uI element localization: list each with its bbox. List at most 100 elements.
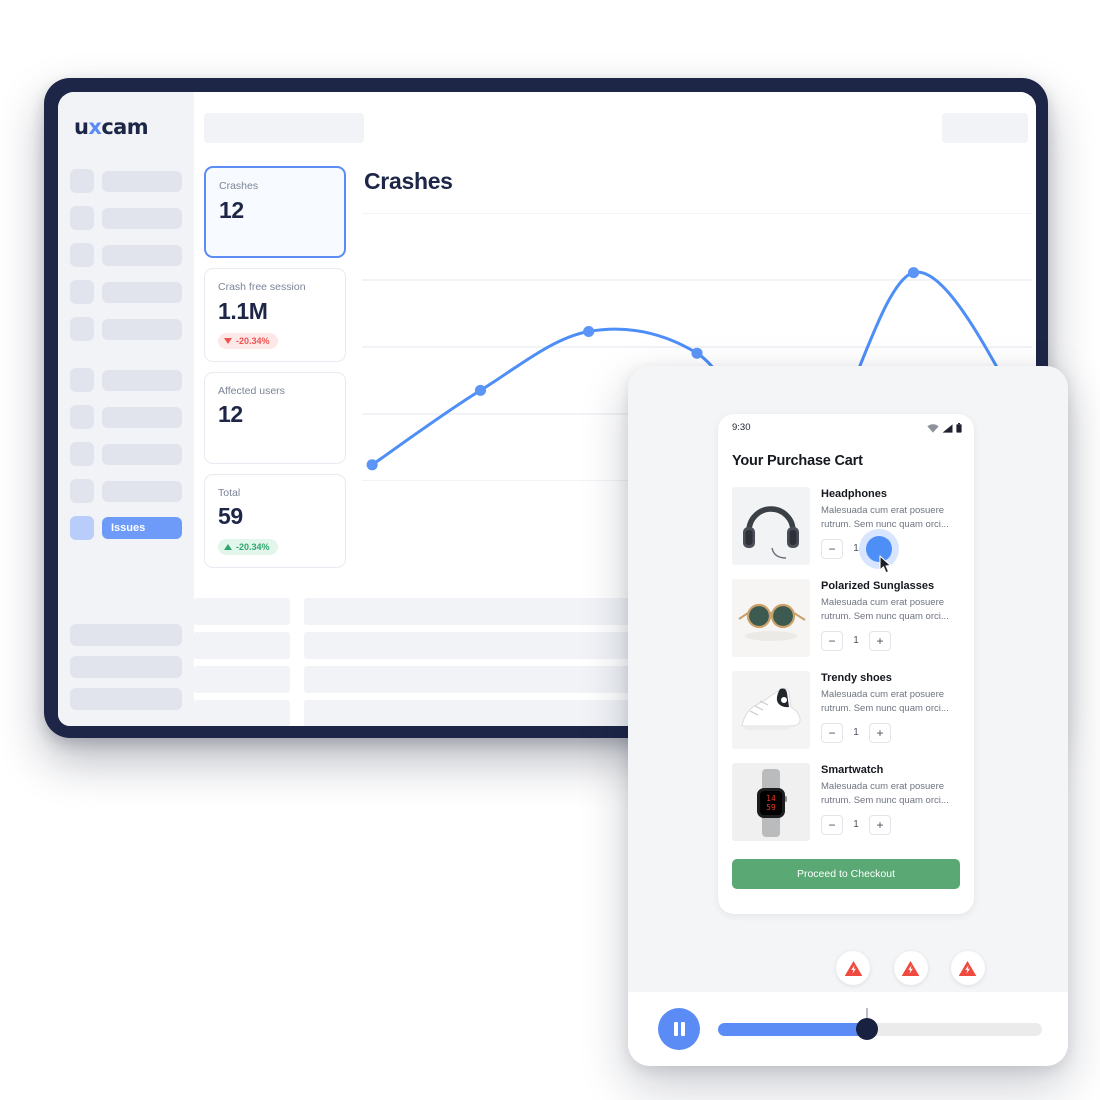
badge-text: -20.34%: [236, 541, 270, 552]
sidebar-item-6-icon: [70, 368, 94, 392]
cart-item-smartwatch[interactable]: 14 59 Smartwatch Malesuada cum erat posu…: [718, 757, 974, 849]
sidebar-item-3[interactable]: [70, 242, 182, 268]
sidebar-item-5-label: [102, 318, 182, 340]
sidebar-item-7-label: [102, 406, 182, 428]
chart-point[interactable]: [691, 347, 703, 359]
stat-card-total-badge: -20.34%: [218, 538, 278, 555]
sidebar-item-8[interactable]: [70, 441, 182, 467]
smartwatch-thumbnail: 14 59: [732, 763, 810, 841]
smartwatch-increment-button[interactable]: +: [869, 814, 891, 835]
logo-text: uxcam: [74, 115, 149, 139]
crash-warning-icon: [958, 960, 977, 976]
sidebar-item-1-icon: [70, 169, 94, 193]
sunglasses-info: Polarized Sunglasses Malesuada cum erat …: [821, 579, 960, 657]
triangle-down-icon: [224, 337, 232, 344]
sidebar-footer-item-2[interactable]: [70, 656, 182, 678]
sunglasses-name: Polarized Sunglasses: [821, 580, 935, 592]
headphones-quantity-stepper[interactable]: − 1 +: [821, 535, 960, 573]
smartwatch-image: 14 59: [732, 763, 810, 841]
stat-card-total-label: Total: [218, 486, 241, 499]
proceed-to-checkout-button[interactable]: Proceed to Checkout: [732, 859, 960, 889]
stat-card-total[interactable]: Total 59 -20.34%: [204, 473, 346, 568]
phone-status-bar: 9:30: [718, 414, 974, 435]
progress-slider[interactable]: [718, 1007, 1042, 1040]
crash-warning-icon: [901, 960, 920, 976]
sunglasses-desc: Malesuada cum erat posuere rutrum. Sem n…: [821, 597, 949, 622]
shoes-decrement-button[interactable]: −: [821, 722, 843, 743]
sidebar-item-7-icon: [70, 405, 94, 429]
sidebar-item-issues[interactable]: Issues: [70, 515, 182, 541]
topbar-right-placeholder[interactable]: [942, 113, 1028, 143]
status-icons: [927, 422, 962, 433]
chart-point[interactable]: [583, 326, 595, 337]
sidebar-footer-item-1[interactable]: [70, 624, 182, 646]
sidebar-divider: [70, 342, 182, 367]
chart-point[interactable]: [474, 384, 487, 396]
sidebar-item-8-label: [102, 443, 182, 465]
topbar-left-placeholder[interactable]: [204, 113, 364, 143]
stat-card-crashes-label: Crashes: [219, 180, 259, 192]
page-title: Crashes: [364, 168, 453, 194]
sidebar-item-1[interactable]: [70, 168, 182, 194]
sidebar-item-2-label: [102, 207, 182, 229]
stat-card-affected-users[interactable]: Affected users 12: [204, 371, 346, 464]
stat-card-crash-free-session[interactable]: Crash free session 1.1M -20.34%: [204, 268, 346, 362]
stat-card-affected-users-value: 12: [218, 401, 243, 428]
sunglasses-quantity-stepper[interactable]: − 1 +: [821, 630, 960, 651]
stat-card-crashes-value: 12: [219, 196, 244, 223]
cart-item-polarized-sunglasses[interactable]: Polarized Sunglasses Malesuada cum erat …: [718, 573, 974, 665]
shoes-increment-button[interactable]: +: [869, 722, 891, 743]
stat-card-crashes[interactable]: Crashes 12: [204, 166, 346, 258]
sidebar: uxcam Issues: [58, 92, 194, 726]
sidebar-item-1-label: [102, 170, 182, 192]
progress-slider-knob[interactable]: [856, 1018, 879, 1040]
sunglasses-decrement-button[interactable]: −: [821, 630, 843, 651]
headphones-thumbnail: [732, 487, 810, 565]
player-controls: [628, 992, 1068, 1066]
uxcam-logo[interactable]: uxcam: [70, 110, 182, 144]
wifi-icon: [927, 423, 939, 433]
sunglasses-increment-button[interactable]: +: [869, 630, 891, 651]
sidebar-item-9[interactable]: [70, 478, 182, 504]
pause-button[interactable]: [658, 1008, 700, 1050]
sidebar-item-7[interactable]: [70, 404, 182, 430]
shoes-quantity-stepper[interactable]: − 1 +: [821, 722, 960, 743]
sidebar-group-secondary: Issues: [70, 367, 182, 541]
phone-preview: 9:30 Your Purchase Cart Headphones Males…: [718, 414, 974, 914]
sidebar-item-5[interactable]: [70, 316, 182, 342]
chart-point[interactable]: [907, 267, 920, 279]
sidebar-item-9-label: [102, 480, 182, 502]
session-replay-card: 9:30 Your Purchase Cart Headphones Males…: [628, 366, 1068, 1066]
shoes-quantity-value: 1: [853, 727, 859, 739]
chart-point[interactable]: [366, 459, 378, 471]
cart-item-headphones[interactable]: Headphones Malesuada cum erat posuere ru…: [718, 481, 974, 573]
sidebar-group-primary: [70, 168, 182, 342]
shoes-name: Trendy shoes: [821, 672, 892, 684]
smartwatch-quantity-stepper[interactable]: − 1 +: [821, 814, 960, 835]
top-bar: [194, 106, 1036, 150]
smartwatch-quantity-value: 1: [853, 819, 859, 831]
stat-card-affected-users-label: Affected users: [218, 384, 285, 397]
shoes-image: [732, 671, 810, 749]
crash-marker[interactable]: [836, 951, 871, 985]
sidebar-item-2[interactable]: [70, 205, 182, 231]
timeline-crash-markers: [628, 951, 1068, 991]
shoes-desc: Malesuada cum erat posuere rutrum. Sem n…: [821, 689, 949, 714]
crash-marker[interactable]: [950, 951, 985, 985]
pause-bar-left: [673, 1022, 678, 1036]
sidebar-item-6[interactable]: [70, 367, 182, 393]
headphones-image: [732, 487, 810, 565]
sidebar-item-4[interactable]: [70, 279, 182, 305]
stat-card-crash-free-session-value: 1.1M: [218, 297, 268, 324]
smartwatch-decrement-button[interactable]: −: [821, 814, 843, 835]
sidebar-item-2-icon: [70, 206, 94, 230]
table-cell-1: [194, 699, 290, 726]
stat-card-crash-free-session-badge: -20.34%: [218, 332, 278, 349]
crash-marker[interactable]: [893, 951, 928, 985]
stat-card-crash-free-session-label: Crash free session: [218, 281, 306, 293]
headphones-decrement-button[interactable]: −: [821, 538, 843, 559]
sidebar-footer-item-3[interactable]: [70, 688, 182, 710]
sidebar-item-8-icon: [70, 442, 94, 466]
sunglasses-quantity-value: 1: [853, 635, 859, 647]
cart-item-trendy-shoes[interactable]: Trendy shoes Malesuada cum erat posuere …: [718, 665, 974, 757]
